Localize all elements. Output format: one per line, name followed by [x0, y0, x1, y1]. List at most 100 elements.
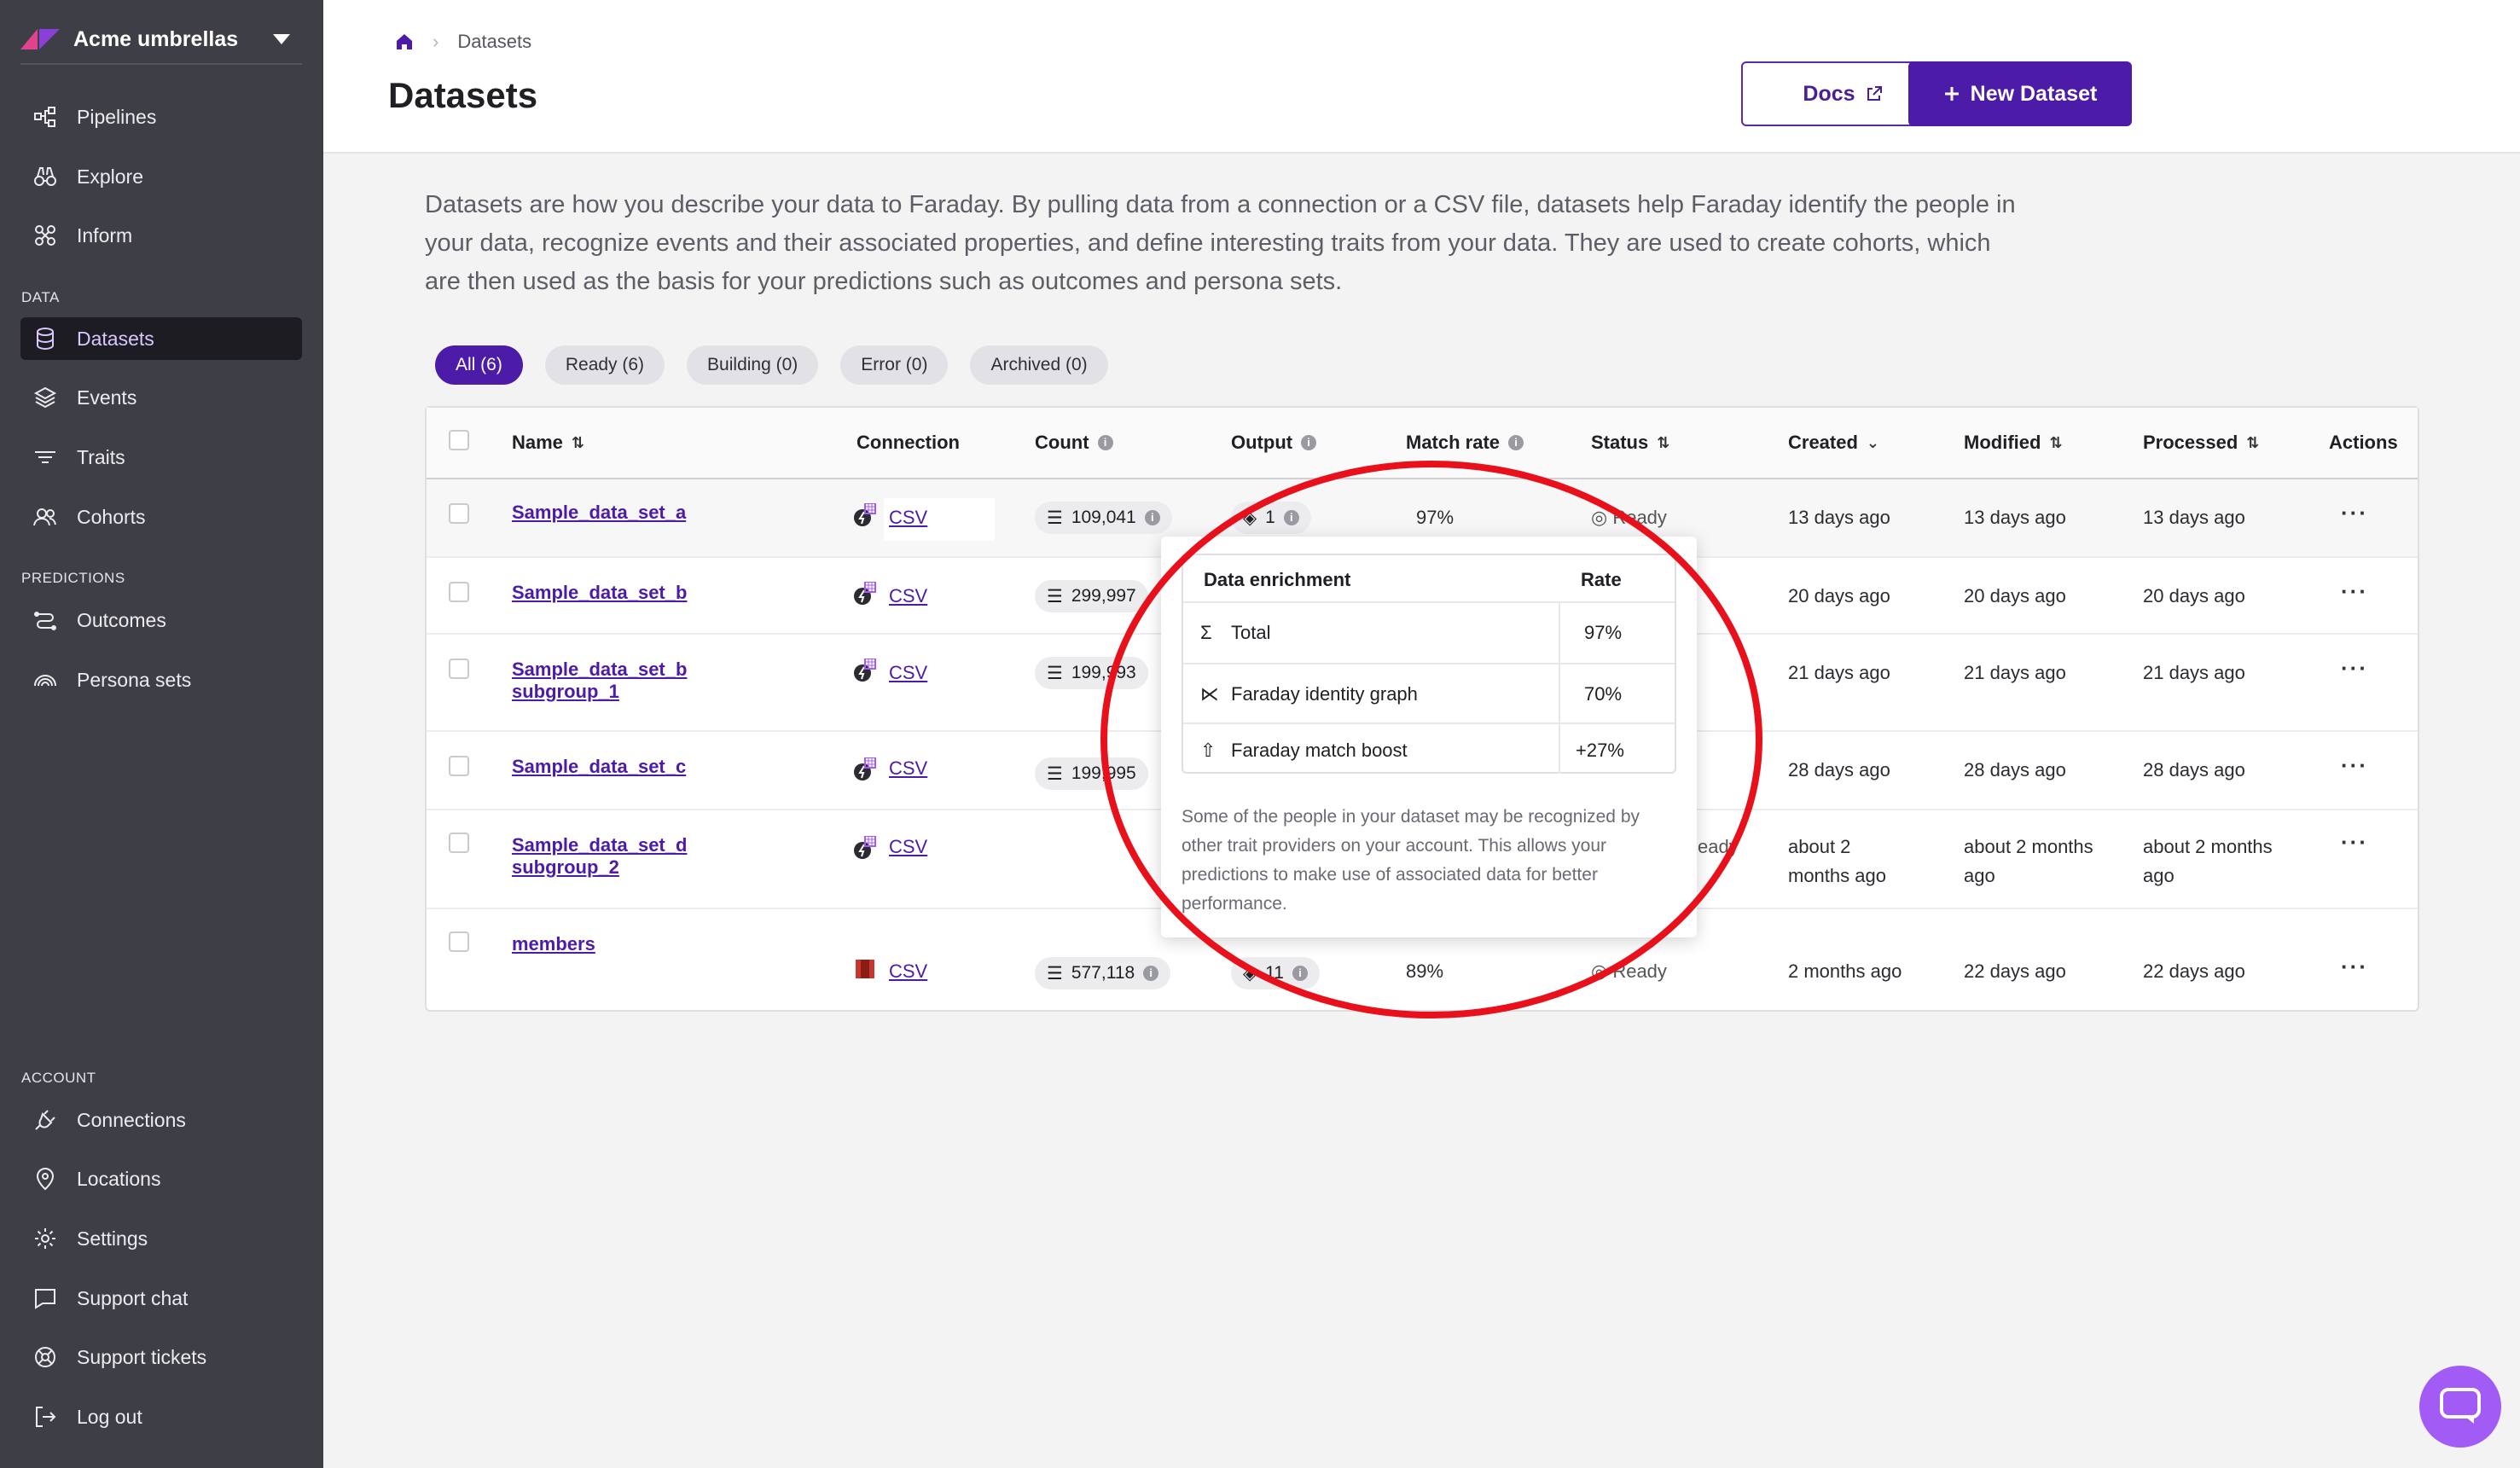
- enrichment-col-rate: Rate: [1581, 569, 1622, 590]
- breadcrumb-separator-icon: ›: [433, 31, 439, 52]
- enrichment-row: Σ Total 97%: [1183, 603, 1675, 664]
- column-header-label: Name: [512, 432, 563, 453]
- sort-icon: ⇅: [2049, 433, 2063, 451]
- column-header-modified[interactable]: Modified ⇅: [1964, 432, 2063, 454]
- row-actions-menu-icon[interactable]: ···: [2341, 655, 2368, 682]
- count-badge: ☰ 199,993: [1035, 657, 1148, 689]
- enrichment-label: Total: [1231, 622, 1271, 643]
- row-actions-menu-icon[interactable]: ···: [2341, 752, 2368, 779]
- list-icon: ☰: [1047, 963, 1063, 984]
- plus-icon: [1944, 87, 1959, 101]
- graph-icon: ⋉: [1200, 683, 1219, 705]
- dataset-name-link-line2[interactable]: subgroup_2: [512, 853, 619, 881]
- connection-link[interactable]: CSV: [889, 957, 927, 985]
- count-badge: ☰ 299,997: [1035, 580, 1148, 612]
- sidebar-item-log-out[interactable]: Log out: [20, 1395, 302, 1438]
- support-chat-launcher[interactable]: [2419, 1366, 2501, 1448]
- column-header-status[interactable]: Status ⇅: [1591, 432, 1669, 454]
- sidebar-item-datasets[interactable]: Datasets: [20, 317, 302, 360]
- page-title: Datasets: [388, 75, 538, 115]
- enrichment-row: ⋉ Faraday identity graph 70%: [1183, 664, 1675, 724]
- connection-link[interactable]: CSV: [889, 754, 927, 782]
- row-checkbox[interactable]: [449, 582, 469, 602]
- info-icon[interactable]: i: [1301, 435, 1317, 450]
- sidebar-item-outcomes[interactable]: Outcomes: [20, 599, 302, 641]
- sidebar-item-explore[interactable]: Explore: [20, 155, 302, 198]
- new-dataset-label: New Dataset: [1970, 81, 2098, 106]
- row-actions-menu-icon[interactable]: ···: [2341, 578, 2368, 605]
- filter-all[interactable]: All (6): [435, 345, 523, 385]
- row-checkbox[interactable]: [449, 756, 469, 776]
- column-header-output: Output i: [1231, 432, 1317, 454]
- column-header-name[interactable]: Name ⇅: [512, 432, 584, 454]
- row-checkbox[interactable]: [449, 503, 469, 524]
- sidebar-item-locations[interactable]: Locations: [20, 1158, 302, 1200]
- info-icon[interactable]: i: [1292, 966, 1308, 981]
- sidebar-item-traits[interactable]: Traits: [20, 436, 302, 479]
- sidebar-item-label: Outcomes: [77, 608, 166, 631]
- csv-connection-icon: [854, 659, 876, 682]
- match-rate-value[interactable]: 89%: [1406, 957, 1443, 985]
- dataset-name-link[interactable]: Sample_data_set_a: [512, 498, 686, 526]
- sidebar-item-support-chat[interactable]: Support chat: [20, 1277, 302, 1320]
- sidebar-item-label: Pipelines: [77, 105, 157, 128]
- org-switcher[interactable]: Acme umbrellas: [20, 15, 302, 65]
- new-dataset-button[interactable]: New Dataset: [1908, 61, 2132, 126]
- sidebar-item-connections[interactable]: Connections: [20, 1099, 302, 1141]
- docs-button-label: Docs: [1803, 81, 1855, 106]
- column-header-label: Actions: [2329, 432, 2398, 453]
- enrichment-table: Data enrichment Rate Σ Total 97% ⋉ Farad…: [1182, 554, 1676, 774]
- status-badge: ◎ Ready: [1591, 503, 1667, 531]
- sidebar-item-settings[interactable]: Settings: [20, 1217, 302, 1260]
- sidebar-item-persona-sets[interactable]: Persona sets: [20, 659, 302, 701]
- count-value: 299,997: [1071, 586, 1136, 606]
- connection-link[interactable]: CSV: [889, 582, 927, 610]
- filter-ready[interactable]: Ready (6): [544, 345, 665, 385]
- filter-archived[interactable]: Archived (0): [970, 345, 1108, 385]
- connection-link[interactable]: CSV: [889, 503, 927, 531]
- column-header-processed[interactable]: Processed ⇅: [2143, 432, 2259, 454]
- row-actions-menu-icon[interactable]: ···: [2341, 829, 2368, 856]
- info-icon[interactable]: i: [1143, 966, 1159, 981]
- connection-link[interactable]: CSV: [889, 659, 927, 687]
- filter-pills: All (6) Ready (6) Building (0) Error (0)…: [435, 345, 1108, 385]
- row-checkbox[interactable]: [449, 833, 469, 853]
- sidebar-item-label: Inform: [77, 223, 133, 247]
- row-checkbox[interactable]: [449, 931, 469, 952]
- filter-error[interactable]: Error (0): [840, 345, 949, 385]
- info-icon[interactable]: i: [1508, 435, 1524, 450]
- processed-value: 21 days ago: [2143, 662, 2245, 683]
- info-icon[interactable]: i: [1283, 510, 1299, 525]
- sidebar-item-events[interactable]: Events: [20, 376, 302, 419]
- match-rate-value[interactable]: 97%: [1416, 503, 1454, 531]
- column-header-label: Count: [1035, 432, 1089, 453]
- traits-icon: [35, 451, 55, 463]
- sidebar-item-pipelines[interactable]: Pipelines: [20, 96, 302, 138]
- row-actions-menu-icon[interactable]: ···: [2341, 500, 2368, 526]
- processed-value: 20 days ago: [2143, 585, 2245, 606]
- column-header-label: Modified: [1964, 432, 2041, 453]
- info-icon[interactable]: i: [1097, 435, 1113, 450]
- layers-icon: ◈: [1243, 963, 1257, 984]
- filter-building[interactable]: Building (0): [687, 345, 819, 385]
- processed-value: 28 days ago: [2143, 759, 2245, 780]
- processed-value: 13 days ago: [2143, 507, 2245, 528]
- column-header-created[interactable]: Created ⌄: [1788, 432, 1879, 454]
- inform-icon: [35, 225, 55, 246]
- section-label-account: ACCOUNT: [21, 1070, 96, 1086]
- select-all-checkbox[interactable]: [449, 430, 469, 450]
- sidebar-item-inform[interactable]: Inform: [20, 214, 302, 257]
- dataset-name-link[interactable]: Sample_data_set_b: [512, 578, 687, 606]
- connection-link[interactable]: CSV: [889, 833, 927, 861]
- dataset-name-link[interactable]: Sample_data_set_c: [512, 752, 686, 780]
- info-icon[interactable]: i: [1144, 510, 1160, 525]
- persona-icon: [34, 675, 56, 687]
- sidebar-item-support-tickets[interactable]: Support tickets: [20, 1336, 302, 1378]
- dataset-name-link-line2[interactable]: subgroup_1: [512, 677, 619, 705]
- row-actions-menu-icon[interactable]: ···: [2341, 954, 2368, 980]
- row-checkbox[interactable]: [449, 659, 469, 679]
- sidebar-item-cohorts[interactable]: Cohorts: [20, 496, 302, 538]
- layers-icon: [33, 386, 57, 409]
- dataset-name-link[interactable]: members: [512, 930, 595, 958]
- home-icon[interactable]: [395, 32, 414, 51]
